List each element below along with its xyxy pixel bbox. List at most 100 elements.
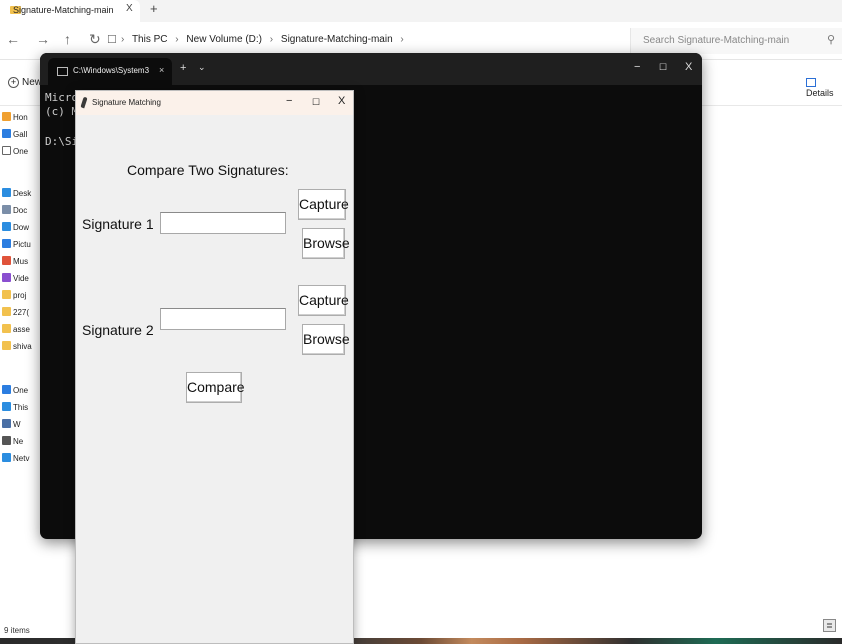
folder-icon [2, 307, 11, 316]
signature-2-path-input[interactable] [160, 308, 286, 330]
signature-1-path-input[interactable] [160, 212, 286, 234]
network-icon [2, 453, 11, 462]
terminal-tab-title: C:\Windows\System32\cmd.exe [73, 66, 149, 75]
sidebar-item[interactable]: One [2, 146, 28, 160]
minimize-button[interactable]: − [634, 61, 640, 73]
signature-matching-window[interactable]: Signature Matching − ☐ X Compare Two Sig… [75, 90, 354, 644]
sidebar-item[interactable]: Dow [2, 222, 29, 236]
sidebar-item-label: This [13, 403, 29, 412]
sidebar-item[interactable]: Netv [2, 453, 29, 467]
details-pane-icon [806, 78, 816, 87]
download-icon [2, 222, 11, 231]
sidebar-item[interactable]: Ne [2, 436, 23, 450]
sidebar-item-label: Mus [13, 257, 29, 266]
new-tab-button[interactable]: + [150, 1, 158, 16]
new-button[interactable]: + New [8, 77, 42, 88]
sidebar-item[interactable]: This [2, 402, 28, 416]
close-tab-icon[interactable]: X [126, 3, 133, 14]
status-item-count: 9 items [4, 626, 30, 635]
file-icon [2, 146, 11, 155]
drive-icon [2, 436, 11, 445]
search-box[interactable]: Search Signature-Matching-main ⚲ [630, 28, 842, 54]
breadcrumb-item-this-pc[interactable]: This PC [132, 34, 168, 45]
sidebar-item-label: Hon [13, 113, 28, 122]
sidebar-item[interactable]: Mus [2, 256, 28, 270]
breadcrumb-separator: › [400, 34, 404, 45]
videos-icon [2, 273, 11, 282]
sidebar-item[interactable]: asse [2, 324, 30, 338]
onedrive-icon [2, 385, 11, 394]
sidebar-item[interactable]: One [2, 385, 28, 399]
folder-icon [2, 290, 11, 299]
breadcrumb-item-drive[interactable]: New Volume (D:) [186, 34, 262, 45]
drive-icon [2, 419, 11, 428]
close-tab-icon[interactable]: × [159, 65, 164, 75]
sidebar-item[interactable]: 227( [2, 307, 29, 321]
breadcrumb-separator: › [175, 34, 179, 45]
back-arrow-icon[interactable]: ← [6, 31, 20, 47]
maximize-button[interactable]: ☐ [312, 97, 320, 108]
signature-1-label: Signature 1 [82, 216, 154, 232]
maximize-button[interactable]: ☐ [659, 62, 667, 73]
terminal-tab[interactable]: C:\Windows\System32\cmd.exe × [48, 58, 172, 85]
up-arrow-icon[interactable]: ↑ [64, 31, 71, 47]
tk-feather-icon [80, 96, 88, 109]
folder-icon [2, 341, 11, 350]
sidebar-item[interactable]: Desk [2, 188, 31, 202]
dialog-titlebar: Signature Matching − ☐ X [76, 91, 353, 115]
sidebar-item-label: One [13, 386, 29, 395]
breadcrumb-separator: › [269, 34, 274, 45]
explorer-tab-strip: Signature-Matching-main X + [0, 0, 842, 22]
sidebar-item[interactable]: Pictu [2, 239, 31, 253]
forward-arrow-icon[interactable]: → [36, 31, 50, 47]
compare-button[interactable]: Compare [186, 372, 245, 403]
sidebar-item-label: Dow [13, 223, 30, 232]
minimize-button[interactable]: − [286, 95, 292, 107]
close-button[interactable]: X [685, 61, 692, 73]
desktop-icon [2, 188, 11, 197]
sidebar-item-label: One [13, 147, 29, 156]
sidebar-item-label: proj [13, 291, 27, 300]
sidebar-item[interactable]: Vide [2, 273, 29, 287]
home-icon [2, 112, 11, 121]
refresh-icon[interactable]: ↻ [89, 31, 101, 48]
sidebar-item[interactable]: W [2, 419, 21, 433]
sidebar-item-label: Vide [13, 274, 29, 283]
close-button[interactable]: X [338, 95, 345, 107]
sidebar-item[interactable]: Hon [2, 112, 28, 126]
desktop-screen: Signature-Matching-main X + ← → ↑ ↻ ☐ › … [0, 0, 842, 644]
explorer-tab-title: Signature-Matching-main [13, 5, 114, 15]
pictures-icon [2, 239, 11, 248]
browse-signature-1-button[interactable]: Browse [302, 228, 350, 259]
dialog-title: Signature Matching [92, 98, 161, 107]
sidebar-item[interactable]: shiva [2, 341, 32, 355]
search-icon: ⚲ [827, 34, 836, 46]
document-icon [2, 205, 11, 214]
capture-signature-1-button[interactable]: Capture [298, 189, 349, 220]
plus-icon: + [8, 77, 19, 88]
breadcrumb-separator: › [121, 34, 125, 45]
details-button[interactable]: Details [806, 78, 842, 98]
browse-signature-2-button[interactable]: Browse [302, 324, 350, 355]
sidebar-item-label: asse [13, 325, 30, 334]
gallery-icon [2, 129, 11, 138]
sidebar-item-label: 227( [13, 308, 30, 317]
breadcrumb-item-folder[interactable]: Signature-Matching-main [281, 34, 393, 45]
folder-icon [2, 324, 11, 333]
view-toggle-icon[interactable]: ≣ [823, 619, 836, 632]
new-button-label: New [22, 77, 43, 88]
capture-signature-2-button[interactable]: Capture [298, 285, 349, 316]
sidebar-item[interactable]: Doc [2, 205, 27, 219]
sidebar-item-label: Gall [13, 130, 28, 139]
dialog-heading: Compare Two Signatures: [127, 162, 289, 178]
pc-monitor-icon: ☐ [107, 34, 117, 46]
explorer-tab[interactable]: Signature-Matching-main X [0, 0, 140, 22]
sidebar-item-label: Ne [13, 437, 24, 446]
terminal-titlebar: C:\Windows\System32\cmd.exe × + ⌄ − ☐ X [40, 53, 702, 85]
sidebar-item-label: shiva [13, 342, 32, 351]
chevron-down-icon[interactable]: ⌄ [198, 62, 206, 73]
terminal-icon [57, 67, 68, 76]
sidebar-item[interactable]: proj [2, 290, 26, 304]
sidebar-item[interactable]: Gall [2, 129, 27, 143]
new-tab-button[interactable]: + [180, 62, 186, 74]
